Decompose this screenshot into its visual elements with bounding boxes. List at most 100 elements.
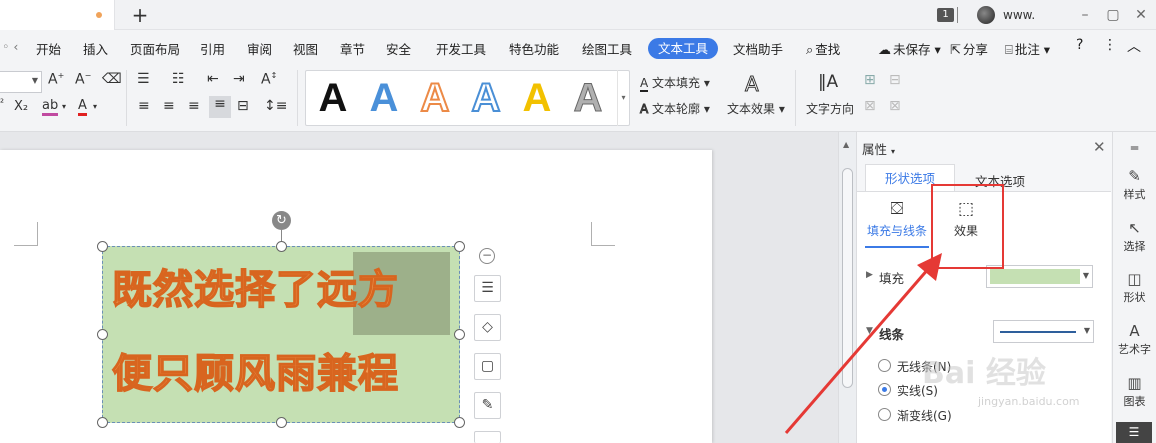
numbered-list-icon[interactable]: ☷ <box>172 71 185 87</box>
text-size-icon[interactable]: A↕ <box>261 71 277 88</box>
resize-handle-se[interactable] <box>454 417 465 428</box>
wordart-style-black[interactable]: A <box>311 75 355 121</box>
text-box-link-icon[interactable]: ⊞ <box>864 72 876 88</box>
justify-icon[interactable]: ≡ <box>209 96 231 118</box>
fill-label[interactable]: 填充 <box>879 268 904 287</box>
wordart-style-blue-outline[interactable]: A <box>464 75 508 121</box>
share-button[interactable]: ⇱ 分享 <box>950 39 988 58</box>
layout-options-icon[interactable]: ☰ <box>474 275 501 302</box>
document-tab[interactable] <box>0 0 115 30</box>
menu-item-review[interactable]: 审阅 <box>247 39 272 58</box>
menu-item-security[interactable]: 安全 <box>386 39 411 58</box>
font-size-select[interactable]: ▼ <box>0 71 42 93</box>
text-format-icon[interactable] <box>474 431 501 443</box>
font-color-icon[interactable]: A <box>78 98 87 116</box>
vertical-scrollbar[interactable]: ▲ <box>838 132 856 443</box>
rotate-handle-icon[interactable]: ↻ <box>272 211 291 230</box>
user-name[interactable]: www. <box>1003 8 1035 22</box>
sidebar-item-wordart[interactable]: A 艺术字 <box>1113 321 1156 357</box>
clear-format-icon[interactable]: ⌫ <box>102 71 122 87</box>
align-right-icon[interactable]: ≡ <box>188 98 200 114</box>
menu-item-text-tools[interactable]: 文本工具 <box>648 38 718 59</box>
more-icon[interactable]: ⋮ <box>1103 37 1117 53</box>
menu-item-doc-assistant[interactable]: 文档助手 <box>733 39 783 58</box>
minimize-button[interactable]: – <box>1076 6 1094 24</box>
collapse-line-icon[interactable]: ▼ <box>866 326 873 336</box>
bullet-list-icon[interactable]: ☰ <box>137 71 150 87</box>
text-box-prev-icon[interactable]: ⊠ <box>864 98 876 114</box>
resize-handle-w[interactable] <box>97 329 108 340</box>
unsaved-button[interactable]: ☁ 未保存 ▾ <box>878 39 941 58</box>
text-box-next-icon[interactable]: ⊠ <box>889 98 901 114</box>
text-fill-button[interactable]: A 文本填充 ▾ <box>640 74 710 92</box>
sidebar-properties-icon[interactable]: ☰ <box>1116 422 1152 443</box>
radio-no-line[interactable] <box>878 359 891 372</box>
align-center-icon[interactable]: ≡ <box>163 98 175 114</box>
menu-item-page-layout[interactable]: 页面布局 <box>130 39 180 58</box>
sidebar-item-shape[interactable]: ◫ 形状 <box>1113 269 1156 305</box>
sidebar-item-style[interactable]: ✎ 样式 <box>1113 166 1156 202</box>
menu-item-references[interactable]: 引用 <box>200 39 225 58</box>
collapse-ribbon-icon[interactable]: ︿ <box>1127 36 1141 56</box>
search-button[interactable]: ⌕ 查找 <box>806 39 840 58</box>
text-direction-icon[interactable]: ‖A <box>818 72 838 92</box>
text-effect-button[interactable]: 文本效果 ▾ <box>727 100 785 117</box>
comment-button[interactable]: ⌸ 批注 ▾ <box>1005 39 1050 58</box>
close-window-button[interactable]: ✕ <box>1132 6 1150 24</box>
text-box-unlink-icon[interactable]: ⊟ <box>889 72 901 88</box>
text-line-2[interactable]: 便只顾风雨兼程 <box>111 350 399 398</box>
increase-indent-icon[interactable]: ⇥ <box>233 71 245 87</box>
text-outline-button[interactable]: A 文本轮廓 ▾ <box>639 100 709 117</box>
menu-item-chapter[interactable]: 章节 <box>340 39 365 58</box>
text-effect-icon[interactable]: A <box>745 72 760 97</box>
superscript-icon[interactable]: ² <box>0 98 4 109</box>
shrink-font-icon[interactable]: A− <box>75 71 91 88</box>
line-spacing-icon[interactable]: ↕≡ <box>264 98 287 114</box>
menu-item-developer[interactable]: 开发工具 <box>436 39 486 58</box>
menu-item-insert[interactable]: 插入 <box>83 39 108 58</box>
gallery-more-button[interactable]: ▾ <box>617 70 629 126</box>
wordart-style-gray-gradient[interactable]: A <box>566 75 610 121</box>
resize-handle-sw[interactable] <box>97 417 108 428</box>
properties-title[interactable]: 属性 ▾ <box>862 139 895 158</box>
sidebar-item-chart[interactable]: ▥ 图表 <box>1113 373 1156 409</box>
line-style-select[interactable]: ▼ <box>993 320 1094 343</box>
scroll-up-icon[interactable]: ▲ <box>843 140 849 149</box>
text-direction-button[interactable]: 文字方向 <box>806 100 854 117</box>
highlight-icon[interactable]: ab <box>42 98 59 116</box>
text-line-1[interactable]: 既然选择了远方 <box>111 266 399 314</box>
menu-item-features[interactable]: 特色功能 <box>509 39 559 58</box>
sidebar-collapse-icon[interactable]: ═ <box>1113 138 1156 158</box>
sidebar-item-select[interactable]: ↖ 选择 <box>1113 218 1156 254</box>
radio-gradient-line[interactable] <box>878 408 891 421</box>
resize-handle-e[interactable] <box>454 329 465 340</box>
chevron-down-icon[interactable]: ▾ <box>62 102 66 111</box>
wordart-style-blue[interactable]: A <box>362 75 406 121</box>
align-left-icon[interactable]: ≡ <box>138 98 150 114</box>
resize-handle-n[interactable] <box>276 241 287 252</box>
shape-fill-icon[interactable]: ◇ <box>474 314 501 341</box>
user-avatar[interactable] <box>977 6 995 24</box>
close-pane-icon[interactable]: ✕ <box>1093 138 1106 156</box>
shape-outline-icon[interactable]: ▢ <box>474 353 501 380</box>
wordart-style-gold[interactable]: A <box>515 75 559 121</box>
menu-scroll-left-icon[interactable]: ◦ ‹ <box>2 39 18 54</box>
grow-font-icon[interactable]: A+ <box>48 71 64 88</box>
menu-item-view[interactable]: 视图 <box>293 39 318 58</box>
restore-button[interactable]: ▢ <box>1104 6 1122 24</box>
window-count-badge[interactable]: 1 <box>937 8 954 22</box>
subscript-icon[interactable]: X₂ <box>14 99 28 114</box>
decrease-indent-icon[interactable]: ⇤ <box>207 71 219 87</box>
expand-fill-icon[interactable]: ▶ <box>866 270 873 280</box>
distributed-align-icon[interactable]: ⊟ <box>237 98 249 114</box>
collapse-toolbar-icon[interactable]: − <box>479 248 495 264</box>
resize-handle-ne[interactable] <box>454 241 465 252</box>
new-tab-button[interactable]: + <box>130 4 150 26</box>
menu-item-drawing-tools[interactable]: 绘图工具 <box>582 39 632 58</box>
help-icon[interactable]: ? <box>1076 37 1083 53</box>
radio-solid-line[interactable] <box>878 383 891 396</box>
chevron-down-icon[interactable]: ▾ <box>93 102 97 111</box>
resize-handle-nw[interactable] <box>97 241 108 252</box>
radio-gradient-line-label[interactable]: 渐变线(G) <box>897 407 952 424</box>
subtab-fill-and-line[interactable]: ⛋ 填充与线条 <box>865 198 929 248</box>
